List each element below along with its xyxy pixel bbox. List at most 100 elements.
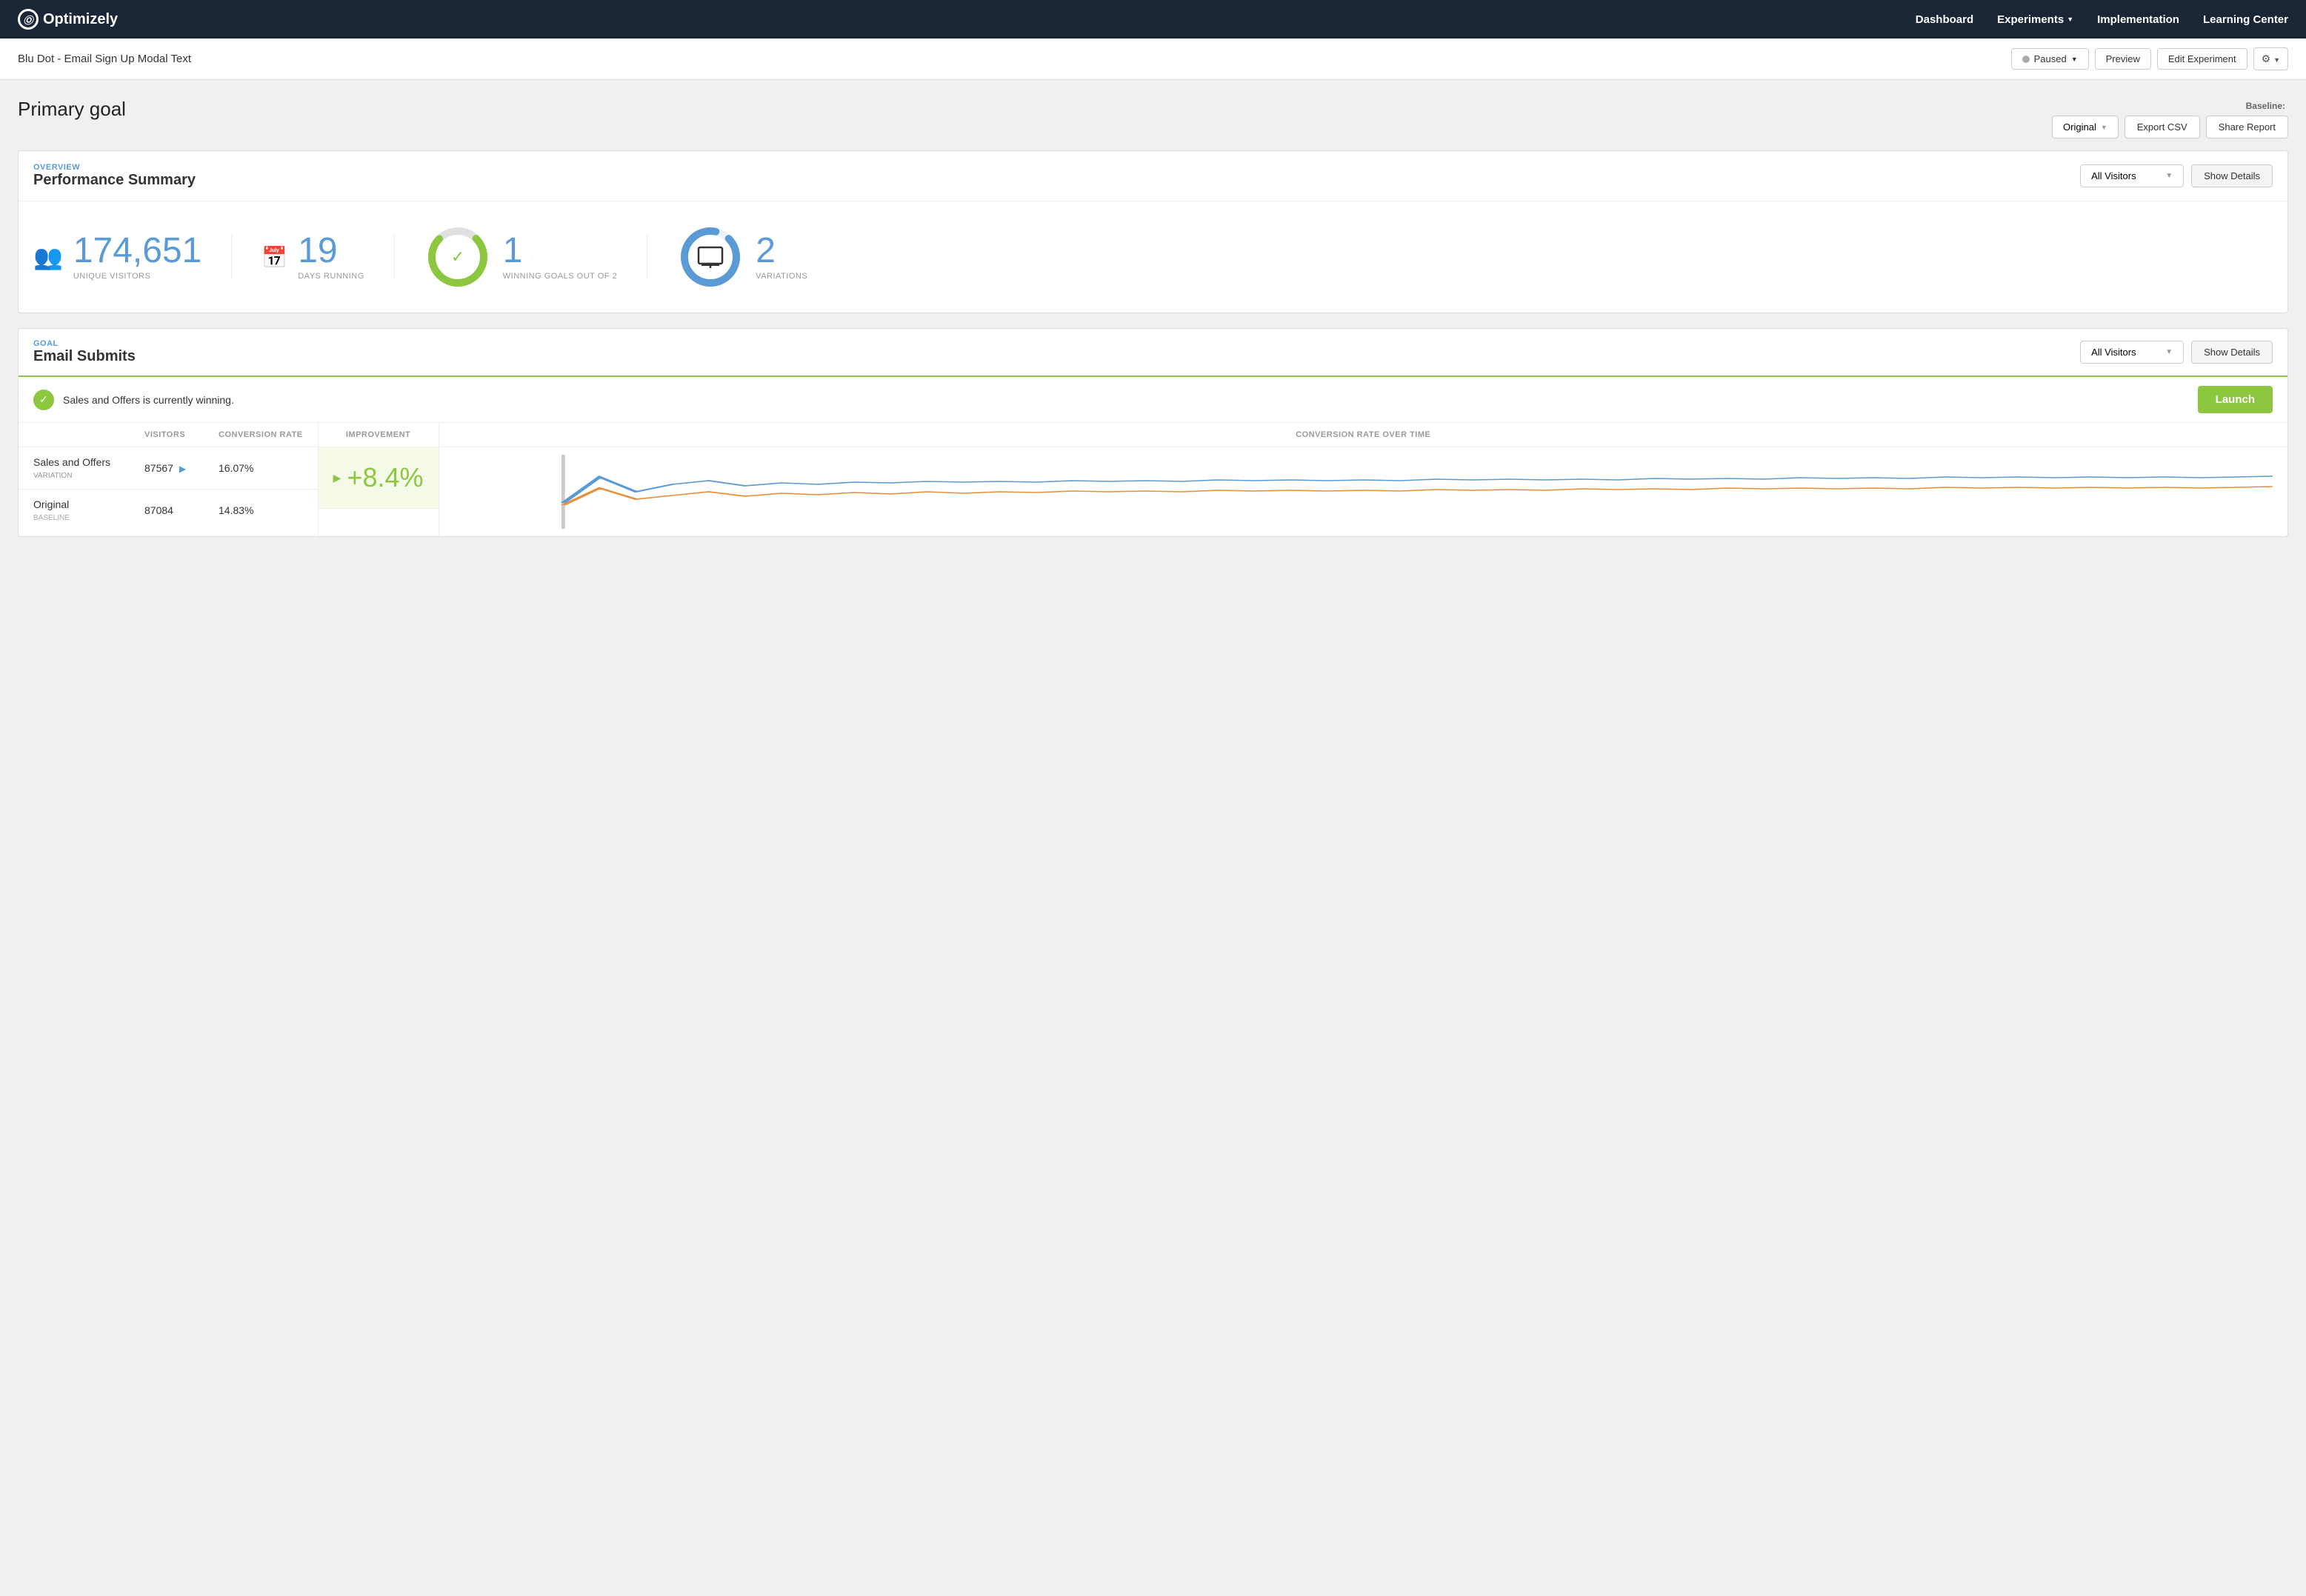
goal-visitor-filter-label: All Visitors (2091, 347, 2136, 358)
goal-show-details-button[interactable]: Show Details (2191, 341, 2273, 364)
export-csv-button[interactable]: Export CSV (2125, 116, 2200, 138)
winning-goals-value: 1 (503, 233, 617, 269)
status-dot (2022, 56, 2030, 63)
overview-title: Performance Summary (33, 172, 196, 189)
col-variation (19, 423, 130, 447)
visitors-cell: 87567 ▶ (130, 447, 204, 490)
improvement-value-area: ▶ +8.4% (319, 447, 439, 509)
primary-goal-header: Primary goal Baseline: Original ▼ Export… (18, 98, 2288, 138)
nav-implementation[interactable]: Implementation (2097, 13, 2179, 26)
share-report-button[interactable]: Share Report (2206, 116, 2288, 138)
nav-learning-center[interactable]: Learning Center (2203, 13, 2288, 26)
goal-controls: All Visitors ▼ Show Details (2080, 341, 2273, 364)
unique-visitors-stat: 👥 174,651 UNIQUE VISITORS (33, 233, 201, 281)
overview-section-label: OVERVIEW (33, 163, 196, 172)
nav-experiments[interactable]: Experiments (1997, 13, 2073, 26)
col-visitors: VISITORS (130, 423, 204, 447)
navigation: Ⓞ Optimizely Dashboard Experiments Imple… (0, 0, 2306, 39)
logo-icon: Ⓞ (18, 9, 39, 30)
winning-message: Sales and Offers is currently winning. (63, 394, 2198, 406)
improvement-play-icon[interactable]: ▶ (333, 472, 341, 484)
goal-dropdown-caret-icon: ▼ (2165, 348, 2173, 356)
experiment-title: Blu Dot - Email Sign Up Modal Text (18, 53, 191, 65)
status-label: Paused (2034, 53, 2067, 64)
visitors-value-row2: 87084 (144, 504, 173, 516)
visitors-icon: 👥 (33, 243, 63, 271)
status-caret-icon: ▼ (2071, 56, 2078, 63)
baseline-label: Baseline: (2246, 101, 2285, 111)
conversion-rate-chart (454, 455, 2273, 529)
conversion-rate-cell: 16.07% (204, 447, 318, 490)
nav-links: Dashboard Experiments Implementation Lea… (1916, 13, 2288, 26)
visitors-label: UNIQUE VISITORS (73, 272, 202, 281)
preview-button[interactable]: Preview (2095, 48, 2151, 70)
stat-divider-2 (394, 235, 395, 279)
baseline-value: Original (2063, 121, 2096, 133)
winning-goals-content: 1 WINNING GOALS OUT OF 2 (503, 233, 617, 281)
calendar-icon: 📅 (261, 245, 287, 270)
table-row: Sales and Offers VARIATION 87567 ▶ 16.07… (19, 447, 318, 490)
variations-value: 2 (756, 233, 807, 269)
nav-dashboard[interactable]: Dashboard (1916, 13, 1973, 26)
goal-card: GOAL Email Submits All Visitors ▼ Show D… (18, 328, 2288, 537)
controls-row: Original ▼ Export CSV Share Report (2052, 116, 2288, 138)
goal-header-left: GOAL Email Submits (33, 339, 136, 365)
days-running-stat: 📅 19 DAYS RUNNING (261, 233, 364, 281)
goal-section-label: GOAL (33, 339, 136, 348)
visitors-stat-content: 174,651 UNIQUE VISITORS (73, 233, 202, 281)
logo-text: Optimizely (43, 11, 118, 28)
overview-card: OVERVIEW Performance Summary All Visitor… (18, 150, 2288, 313)
original-badge: BASELINE (33, 514, 70, 522)
visitors-value-row1: 87567 (144, 462, 173, 474)
overview-show-details-button[interactable]: Show Details (2191, 164, 2273, 187)
overview-visitor-filter[interactable]: All Visitors ▼ (2080, 164, 2184, 187)
conversion-rate-cell-2: 14.83% (204, 490, 318, 532)
goal-table: VISITORS CONVERSION RATE Sales and Offer… (19, 423, 318, 536)
goal-data-area: VISITORS CONVERSION RATE Sales and Offer… (19, 423, 2287, 536)
subheader-controls: Paused ▼ Preview Edit Experiment ⚙ ▼ (2011, 47, 2288, 70)
winning-goals-donut: ✓ (424, 224, 491, 290)
baseline-selector[interactable]: Original ▼ (2052, 116, 2119, 138)
improvement-column: IMPROVEMENT ▶ +8.4% (318, 423, 439, 536)
overview-header: OVERVIEW Performance Summary All Visitor… (19, 151, 2287, 201)
conv-rate-row2: 14.83% (219, 504, 253, 516)
winning-goals-label: WINNING GOALS OUT OF 2 (503, 272, 617, 281)
play-icon-row1[interactable]: ▶ (179, 464, 186, 474)
days-value: 19 (298, 233, 364, 269)
visitors-cell-2: 87084 (130, 490, 204, 532)
baseline-group: Baseline: Original ▼ Export CSV Share Re… (2052, 101, 2288, 138)
launch-button[interactable]: Launch (2198, 386, 2273, 413)
chart-header: CONVERSION RATE OVER TIME (439, 423, 2288, 447)
original-name-cell: Original BASELINE (19, 490, 130, 532)
goal-title: Email Submits (33, 348, 136, 365)
variation-badge: VARIATION (33, 472, 72, 480)
chart-area: CONVERSION RATE OVER TIME (439, 423, 2288, 536)
original-name: Original (33, 498, 69, 510)
goal-visitor-filter[interactable]: All Visitors ▼ (2080, 341, 2184, 364)
variations-label: VARIATIONS (756, 272, 807, 281)
days-stat-content: 19 DAYS RUNNING (298, 233, 364, 281)
stats-row: 👥 174,651 UNIQUE VISITORS 📅 19 DAYS RUNN… (19, 201, 2287, 313)
winning-banner: ✓ Sales and Offers is currently winning.… (19, 377, 2287, 423)
svg-text:✓: ✓ (451, 247, 464, 266)
primary-goal-controls: Baseline: Original ▼ Export CSV Share Re… (2052, 101, 2288, 138)
status-button[interactable]: Paused ▼ (2011, 48, 2089, 70)
col-improvement: IMPROVEMENT (319, 423, 439, 447)
overview-visitor-filter-label: All Visitors (2091, 170, 2136, 181)
overview-dropdown-caret-icon: ▼ (2165, 172, 2173, 180)
variations-stat: 2 VARIATIONS (677, 224, 807, 290)
edit-experiment-button[interactable]: Edit Experiment (2157, 48, 2247, 70)
settings-button[interactable]: ⚙ ▼ (2253, 47, 2288, 70)
logo: Ⓞ Optimizely (18, 9, 118, 30)
improvement-empty (319, 509, 439, 536)
primary-goal-title: Primary goal (18, 98, 126, 121)
goal-header: GOAL Email Submits All Visitors ▼ Show D… (19, 329, 2287, 377)
col-conversion-rate: CONVERSION RATE (204, 423, 318, 447)
table-row: Original BASELINE 87084 14.83% (19, 490, 318, 532)
overview-controls: All Visitors ▼ Show Details (2080, 164, 2273, 187)
visitors-value: 174,651 (73, 233, 202, 269)
subheader: Blu Dot - Email Sign Up Modal Text Pause… (0, 39, 2306, 80)
overview-header-left: OVERVIEW Performance Summary (33, 163, 196, 189)
variation-name-cell: Sales and Offers VARIATION (19, 447, 130, 490)
baseline-caret-icon: ▼ (2101, 124, 2107, 131)
